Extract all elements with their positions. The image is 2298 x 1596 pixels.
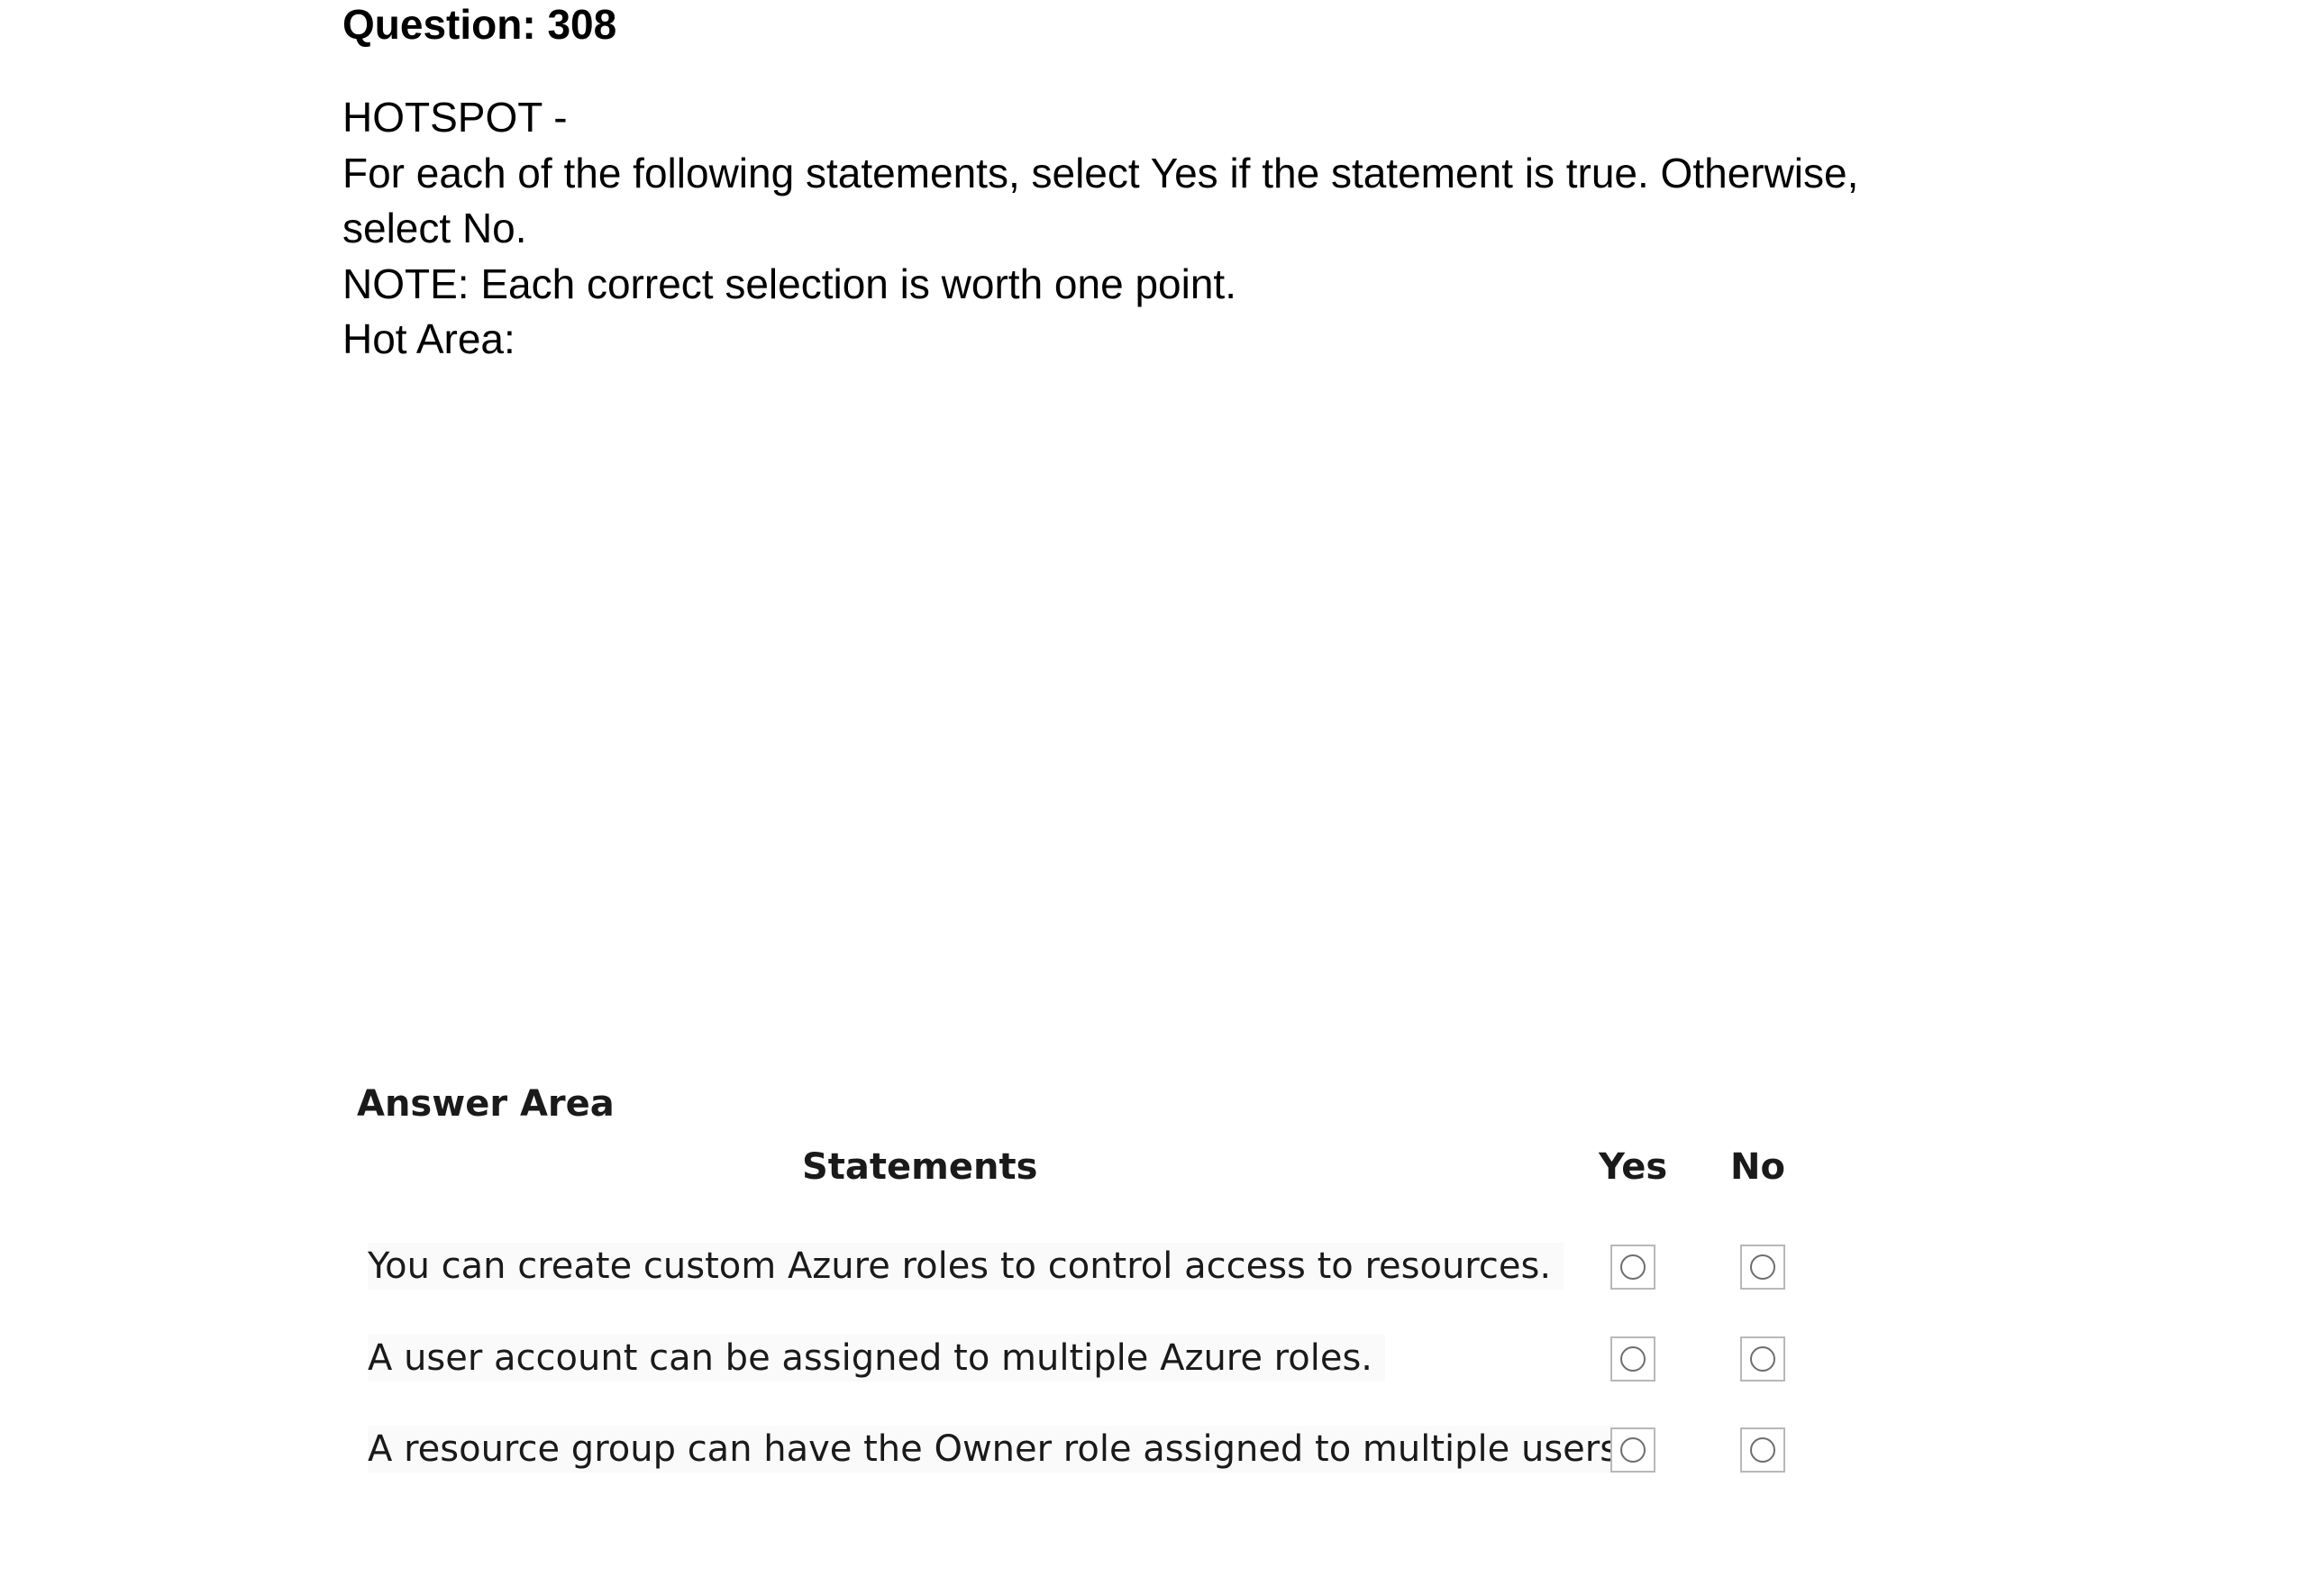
row-2-yes-radio[interactable] bbox=[1610, 1336, 1655, 1382]
no-header: No bbox=[1730, 1146, 1785, 1188]
row-3-yes-radio[interactable] bbox=[1610, 1427, 1655, 1473]
radio-circle-icon bbox=[1750, 1254, 1775, 1280]
question-type-line: HOTSPOT - bbox=[342, 94, 568, 141]
row-3-no-radio[interactable] bbox=[1740, 1427, 1785, 1473]
statement-text: You can create custom Azure roles to con… bbox=[368, 1243, 1564, 1290]
question-body: HOTSPOT - For each of the following stat… bbox=[342, 90, 1965, 368]
row-1-yes-radio[interactable] bbox=[1610, 1245, 1655, 1290]
statement-text: A resource group can have the Owner role… bbox=[368, 1426, 1643, 1473]
answer-area: Answer Area Statements Yes No You can cr… bbox=[342, 1068, 1811, 1482]
radio-circle-icon bbox=[1620, 1437, 1646, 1463]
statements-header: Statements bbox=[802, 1146, 1038, 1188]
statement-text: A user account can be assigned to multip… bbox=[368, 1335, 1385, 1382]
radio-circle-icon bbox=[1620, 1254, 1646, 1280]
hot-area-label: Hot Area: bbox=[342, 315, 515, 362]
statement-row-2: A user account can be assigned to multip… bbox=[342, 1320, 1811, 1401]
instruction-line-2: select No. bbox=[342, 205, 527, 251]
radio-circle-icon bbox=[1750, 1346, 1775, 1372]
statement-row-3: A resource group can have the Owner role… bbox=[342, 1411, 1811, 1492]
note-line: NOTE: Each correct selection is worth on… bbox=[342, 260, 1236, 307]
radio-circle-icon bbox=[1750, 1437, 1775, 1463]
radio-circle-icon bbox=[1620, 1346, 1646, 1372]
row-2-no-radio[interactable] bbox=[1740, 1336, 1785, 1382]
instruction-line-1: For each of the following statements, se… bbox=[342, 149, 1859, 196]
answer-area-title: Answer Area bbox=[357, 1083, 615, 1125]
yes-header: Yes bbox=[1599, 1146, 1668, 1188]
row-1-no-radio[interactable] bbox=[1740, 1245, 1785, 1290]
question-title: Question: 308 bbox=[342, 1, 617, 48]
statement-row-1: You can create custom Azure roles to con… bbox=[342, 1228, 1811, 1309]
